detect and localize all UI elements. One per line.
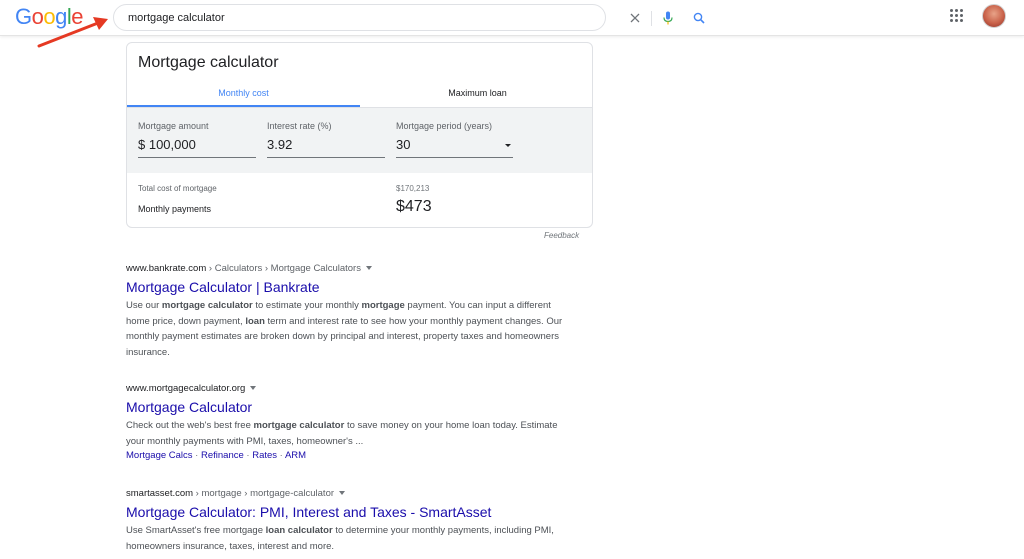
mortgage-period-select[interactable]: 30 xyxy=(396,137,513,158)
search-input[interactable] xyxy=(128,10,508,26)
snippet-text: to estimate your monthly xyxy=(252,300,362,311)
mortgage-period-label: Mortgage period (years) xyxy=(396,121,493,131)
result-title-link[interactable]: Mortgage Calculator xyxy=(126,399,566,415)
result-url[interactable]: www.bankrate.com › Calculators › Mortgag… xyxy=(126,263,566,274)
sitelink-rates[interactable]: Rates xyxy=(252,450,277,461)
monthly-payment-value: $473 xyxy=(396,198,432,215)
snippet-text: Check out the web's best free xyxy=(126,420,254,431)
tab-monthly-cost[interactable]: Monthly cost xyxy=(127,83,360,107)
total-cost-label: Total cost of mortgage xyxy=(138,184,217,193)
search-icon[interactable] xyxy=(690,9,708,27)
result-url[interactable]: www.mortgagecalculator.org xyxy=(126,383,566,394)
caret-down-icon[interactable] xyxy=(365,266,372,271)
snippet-bold-text: loan xyxy=(245,315,265,327)
snippet-bold-text: loan calculator xyxy=(265,525,333,536)
annotation-arrow-icon xyxy=(37,17,108,48)
snippet-bold-text: mortgage xyxy=(361,300,405,311)
snippet-bold-text: mortgage calculator xyxy=(253,420,345,431)
result-title-link[interactable]: Mortgage Calculator: PMI, Interest and T… xyxy=(126,504,566,520)
search-box[interactable] xyxy=(113,4,705,31)
calculator-results: Total cost of mortgage Monthly payments … xyxy=(127,173,592,227)
result-sitelinks: Mortgage Calcs · Refinance · Rates · ARM xyxy=(126,450,307,461)
snippet-text: Use our xyxy=(126,300,162,311)
calculator-title: Mortgage calculator xyxy=(138,54,279,71)
feedback-link[interactable]: Feedback xyxy=(544,231,579,240)
snippet-bold-text: mortgage calculator xyxy=(161,300,253,311)
mortgage-amount-label: Mortgage amount xyxy=(138,121,209,131)
calculator-inputs: Mortgage amount $ 100,000 Interest rate … xyxy=(127,107,592,173)
sitelink-arm[interactable]: ARM xyxy=(285,450,306,461)
search-result: www.mortgagecalculator.org Mortgage Calc… xyxy=(126,383,566,461)
caret-down-icon[interactable] xyxy=(339,491,346,496)
apps-icon[interactable] xyxy=(950,9,964,23)
result-snippet: Use SmartAsset's free mortgage loan calc… xyxy=(126,523,566,554)
monthly-payments-label: Monthly payments xyxy=(138,204,212,214)
result-snippet: Use our mortgage calculator to estimate … xyxy=(126,298,566,360)
snippet-text: Use SmartAsset's free mortgage xyxy=(126,525,266,536)
result-title-link[interactable]: Mortgage Calculator | Bankrate xyxy=(126,279,566,295)
sitelink-mortgage-calcs[interactable]: Mortgage Calcs xyxy=(126,450,193,461)
calculator-tabs: Monthly cost Maximum loan xyxy=(127,83,592,107)
result-site: www.mortgagecalculator.org xyxy=(126,383,246,394)
result-site: www.bankrate.com xyxy=(126,263,207,274)
result-snippet: Check out the web's best free mortgage c… xyxy=(126,418,566,449)
interest-rate-field[interactable]: Interest rate (%) 3.92 xyxy=(267,121,385,158)
mortgage-amount-input[interactable]: $ 100,000 xyxy=(138,137,256,158)
mortgage-amount-field[interactable]: Mortgage amount $ 100,000 xyxy=(138,121,256,158)
dropdown-arrow-icon[interactable] xyxy=(505,144,511,147)
interest-rate-label: Interest rate (%) xyxy=(267,121,332,131)
tab-maximum-loan[interactable]: Maximum loan xyxy=(361,83,592,107)
mortgage-calculator-card: Mortgage calculator Monthly cost Maximum… xyxy=(126,42,593,228)
mortgage-period-field[interactable]: Mortgage period (years) 30 xyxy=(396,121,513,158)
mic-icon[interactable] xyxy=(659,9,677,27)
avatar[interactable] xyxy=(982,4,1006,28)
interest-rate-input[interactable]: 3.92 xyxy=(267,137,385,158)
result-path: › Calculators › Mortgage Calculators xyxy=(206,263,361,274)
result-path: › mortgage › mortgage-calculator xyxy=(193,488,335,499)
logo-letter: G xyxy=(15,4,32,29)
search-result: smartasset.com › mortgage › mortgage-cal… xyxy=(126,488,566,554)
total-cost-value: $170,213 xyxy=(396,184,430,193)
search-divider xyxy=(651,11,652,26)
caret-down-icon[interactable] xyxy=(250,386,257,391)
clear-icon[interactable] xyxy=(626,9,644,27)
top-bar: Google xyxy=(0,0,1024,36)
result-url[interactable]: smartasset.com › mortgage › mortgage-cal… xyxy=(126,488,566,499)
result-site: smartasset.com xyxy=(126,488,194,499)
sitelink-refinance[interactable]: Refinance xyxy=(201,450,244,461)
search-result: www.bankrate.com › Calculators › Mortgag… xyxy=(126,263,566,360)
